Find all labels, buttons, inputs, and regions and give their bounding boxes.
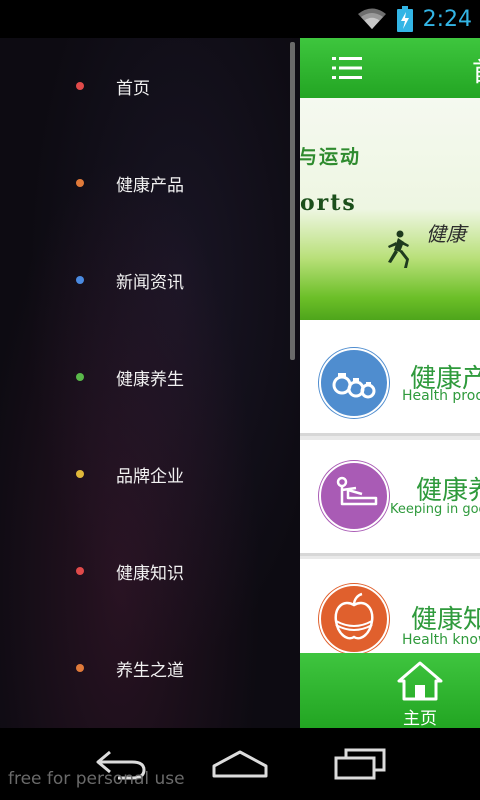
drawer-item-wellness-way[interactable]: 养生之道 bbox=[0, 638, 290, 698]
watermark-text: free for personal use bbox=[8, 769, 185, 789]
stretching-person-icon bbox=[318, 460, 390, 532]
card-health-products[interactable]: 健康产品 Health products bbox=[300, 320, 480, 436]
navigation-drawer: 首页 健康产品 新闻资讯 健康养生 品牌企业 健康知识 养生之道 bbox=[0, 38, 300, 728]
recent-apps-icon[interactable] bbox=[332, 746, 388, 784]
card-subtitle: Health products bbox=[402, 388, 480, 404]
drawer-item-news[interactable]: 新闻资讯 bbox=[0, 250, 290, 310]
drawer-item-label: 品牌企业 bbox=[116, 466, 184, 487]
bullet-dot-icon bbox=[76, 470, 84, 478]
wifi-icon bbox=[357, 7, 387, 31]
banner-text-en: orts bbox=[300, 190, 357, 216]
bullet-dot-icon bbox=[76, 179, 84, 187]
tab-home-label[interactable]: 主页 bbox=[300, 704, 480, 728]
status-time: 2:24 bbox=[422, 6, 472, 32]
drawer-item-label: 健康养生 bbox=[116, 369, 184, 390]
drawer-item-home[interactable]: 首页 bbox=[0, 56, 290, 116]
app-top-bar: 首页 bbox=[300, 38, 480, 98]
bullet-dot-icon bbox=[76, 373, 84, 381]
main-panel: 首页 与运动 orts 健康 bbox=[300, 38, 480, 728]
bullet-dot-icon bbox=[76, 82, 84, 90]
drawer-item-label: 健康产品 bbox=[116, 175, 184, 196]
drawer-item-brands[interactable]: 品牌企业 bbox=[0, 444, 290, 504]
banner-text-cn: 与运动 bbox=[300, 146, 362, 168]
drawer-item-label: 首页 bbox=[116, 78, 150, 99]
card-health-wellness[interactable]: 健康养生 Keeping in good health bbox=[300, 440, 480, 556]
bottom-nav-bar: 主页 bbox=[300, 653, 480, 728]
card-subtitle: Keeping in good health bbox=[390, 502, 480, 517]
menu-icon[interactable] bbox=[332, 56, 362, 80]
card-subtitle: Health knowledge bbox=[402, 632, 480, 648]
drawer-item-health-wellness[interactable]: 健康养生 bbox=[0, 347, 290, 407]
bullet-dot-icon bbox=[76, 664, 84, 672]
bullet-dot-icon bbox=[76, 276, 84, 284]
status-bar: 2:24 bbox=[0, 0, 480, 38]
card-health-knowledge[interactable]: 健康知识 Health knowledge bbox=[300, 559, 480, 655]
card-title: 健康知识 bbox=[411, 605, 480, 635]
runner-icon bbox=[384, 230, 412, 274]
bullet-dot-icon bbox=[76, 567, 84, 575]
dumbbell-icon bbox=[318, 347, 390, 419]
banner-calligraphy: 健康 bbox=[426, 222, 466, 246]
drawer-item-label: 养生之道 bbox=[116, 660, 184, 681]
status-icons: 2:24 bbox=[357, 0, 480, 38]
drawer-item-label: 健康知识 bbox=[116, 563, 184, 584]
drawer-scrollbar[interactable] bbox=[290, 42, 295, 360]
battery-charging-icon bbox=[396, 6, 413, 32]
system-navigation-bar: free for personal use bbox=[0, 728, 480, 800]
home-icon[interactable] bbox=[397, 661, 443, 705]
home-button-icon[interactable] bbox=[210, 746, 270, 784]
drawer-item-health-products[interactable]: 健康产品 bbox=[0, 153, 290, 213]
drawer-item-health-knowledge[interactable]: 健康知识 bbox=[0, 541, 290, 601]
page-title: 首页 bbox=[472, 52, 480, 89]
drawer-item-label: 新闻资讯 bbox=[116, 272, 184, 293]
promo-banner[interactable]: 与运动 orts 健康 bbox=[300, 98, 480, 320]
apple-measuring-tape-icon bbox=[318, 583, 390, 655]
